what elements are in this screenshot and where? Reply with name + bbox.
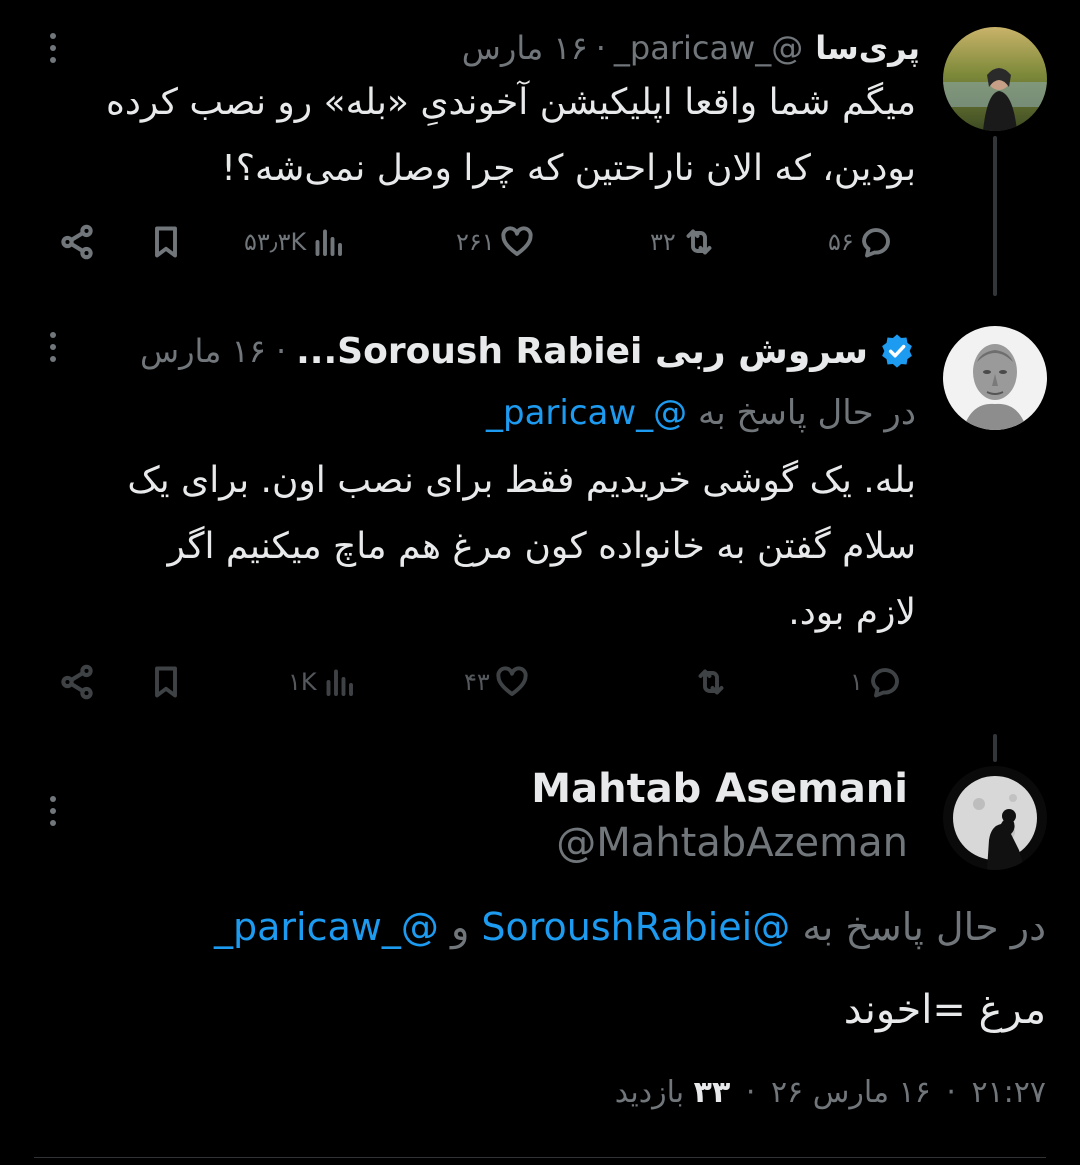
avatar-soroush[interactable] [943,326,1047,430]
views-icon [326,669,353,696]
tweet2-action-bar: ۱ ۴۳ ۱K [0,652,1080,712]
tweet3-views-count[interactable]: ۳۳ [694,1075,731,1110]
tweet2-replying-prefix: در حال پاسخ به [697,393,916,433]
avatar-mahtab[interactable] [943,766,1047,870]
tweet3-text: مرغ =اخوند [843,987,1046,1033]
repost-icon [698,669,724,695]
tweet3-display-name[interactable]: Mahtab Asemani [531,764,908,814]
tweet3-time[interactable]: ۲۱:۲۷ [971,1075,1046,1110]
views-icon [315,229,343,256]
like-icon [496,666,528,696]
avatar-parisa[interactable] [943,27,1047,131]
views-count: ۵۳٫۳K [244,228,307,256]
like-button[interactable]: ۴۳ [464,664,530,700]
more-dots-icon[interactable] [49,796,57,826]
separator-dot: · [946,1075,956,1110]
tweet3-replying-and: و [450,905,470,949]
tweet1-date[interactable]: ۱۶ مارس [462,29,588,67]
tweet2-text-line-3: لازم بود. [788,592,916,633]
tweet1-text-line-1: میگم شما واقعا اپلیکیشن آخوندیِ «بله» رو… [106,82,916,123]
share-button[interactable] [58,663,96,701]
reply-icon [870,668,899,698]
bookmark-icon [155,666,177,698]
tweet2-display-name[interactable]: سروش ربی Soroush Rabiei... [296,331,868,372]
share-icon [61,224,93,260]
reply-count: ۱ [850,668,863,696]
reply-count: ۵۶ [828,228,854,256]
tweet2-text-line-2: سلام گفتن به خانواده کون مرغ هم ماچ میکن… [167,526,916,567]
tweet1-text-line-2: بودین، که الان ناراحتین که چرا وصل نمی‌ش… [221,148,916,189]
tweet1-handle[interactable]: @_paricaw_ [614,29,803,67]
more-dots-icon[interactable] [49,33,57,63]
more-dots-icon[interactable] [49,332,57,362]
tweet3-handle[interactable]: @MahtabAzeman [556,818,908,868]
tweet2-reply-mention[interactable]: @_paricaw_ [486,393,687,433]
reply-button[interactable]: ۵۶ [828,224,894,260]
tweet3-views-label: بازدید [614,1075,685,1110]
like-count: ۲۶۱ [456,228,495,256]
views-count: ۱K [288,668,317,696]
repost-count: ۳۲ [650,228,676,256]
bookmark-button[interactable] [148,224,184,260]
tweet3-replying-prefix: در حال پاسخ به [802,905,1046,949]
share-icon [61,664,93,700]
separator-dot: · [595,29,606,67]
tweet2-date[interactable]: ۱۶ مارس [140,332,266,370]
repost-button[interactable] [688,664,730,700]
share-button[interactable] [58,223,96,261]
divider [34,1157,1046,1158]
repost-button[interactable]: ۳۲ [650,224,718,260]
views-button[interactable]: ۵۳٫۳K [244,224,346,260]
reply-icon [861,228,890,258]
separator-dot: · [275,332,287,370]
like-button[interactable]: ۲۶۱ [456,224,535,260]
verified-icon [882,334,912,368]
bookmark-button[interactable] [148,664,184,700]
tweet2-text-line-1: بله. یک گوشی خریدیم فقط برای نصب اون. بر… [127,460,916,501]
like-icon [501,226,533,256]
repost-icon [686,229,712,255]
tweet3-reply-mention-2[interactable]: @_paricaw_ [214,905,439,949]
reply-button[interactable]: ۱ [850,664,903,700]
views-button[interactable]: ۱K [288,664,357,700]
bookmark-icon [155,226,177,258]
tweet3-date[interactable]: ۱۶ مارس ۲۶ [771,1075,931,1110]
separator-dot: · [745,1075,756,1110]
thread-line-2 [993,734,997,762]
tweet1-display-name[interactable]: پری‌سا [815,29,920,67]
tweet1-action-bar: ۵۶ ۳۲ ۲۶۱ ۵۳٫۳K [0,212,1080,272]
tweet3-reply-mention-1[interactable]: @SoroushRabiei [481,905,790,949]
like-count: ۴۳ [464,668,490,696]
